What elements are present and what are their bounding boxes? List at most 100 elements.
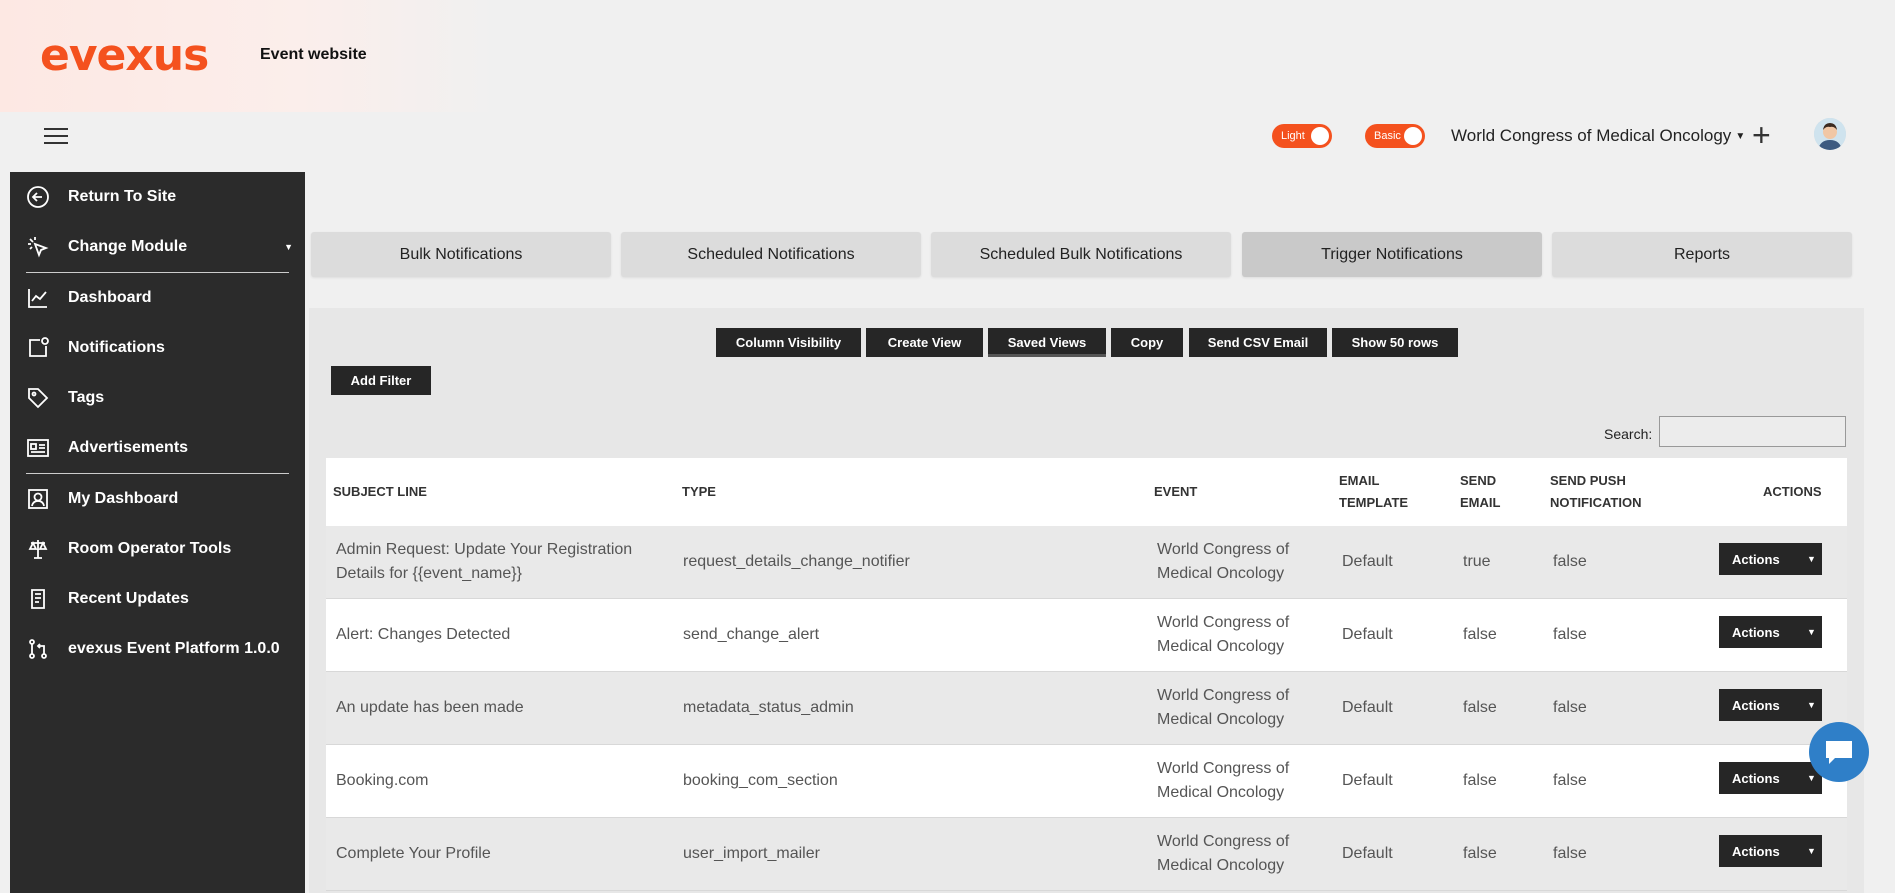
add-button[interactable]: + xyxy=(1752,119,1771,151)
event-selector[interactable]: World Congress of Medical Oncology ▼ xyxy=(1451,126,1745,146)
light-mode-toggle[interactable]: Light xyxy=(1272,124,1332,148)
user-avatar[interactable] xyxy=(1814,118,1846,150)
cell-type: request_details_change_notifier xyxy=(683,553,910,570)
tab-reports[interactable]: Reports xyxy=(1552,232,1852,277)
table-row: Booking.com booking_com_section World Co… xyxy=(326,745,1847,818)
cell-template: Default xyxy=(1342,772,1393,789)
cell-event: World Congress of Medical Oncology xyxy=(1157,541,1290,582)
sidebar-item-platform-version[interactable]: evexus Event Platform 1.0.0 xyxy=(10,624,305,674)
cell-template: Default xyxy=(1342,699,1393,716)
create-view-button[interactable]: Create View xyxy=(866,328,983,357)
table-row: Complete Your Profile user_import_mailer… xyxy=(326,818,1847,891)
event-selector-label: World Congress of Medical Oncology xyxy=(1451,126,1732,145)
actions-label: Actions xyxy=(1732,624,1780,640)
column-visibility-button[interactable]: Column Visibility xyxy=(716,328,861,357)
sidebar-item-label: Tags xyxy=(68,389,105,406)
light-toggle-label: Light xyxy=(1281,130,1305,142)
tab-scheduled-notifications[interactable]: Scheduled Notifications xyxy=(621,232,921,277)
table-row: An update has been made metadata_status_… xyxy=(326,672,1847,745)
tab-trigger-notifications[interactable]: Trigger Notifications xyxy=(1242,232,1542,277)
tag-icon xyxy=(28,388,49,409)
sidebar-item-room-operator-tools[interactable]: Room Operator Tools xyxy=(10,524,305,574)
tab-bulk-notifications[interactable]: Bulk Notifications xyxy=(311,232,611,277)
toggle-knob xyxy=(1404,127,1422,145)
sidebar-item-my-dashboard[interactable]: My Dashboard xyxy=(10,474,305,524)
caret-down-icon: ▼ xyxy=(1807,627,1816,637)
row-actions-button[interactable]: Actions ▼ xyxy=(1719,543,1822,575)
tab-scheduled-bulk-notifications[interactable]: Scheduled Bulk Notifications xyxy=(931,232,1231,277)
document-icon xyxy=(31,589,45,609)
cell-type: booking_com_section xyxy=(683,772,838,789)
cell-send-email: false xyxy=(1463,772,1497,789)
arrow-left-circle-icon xyxy=(27,186,49,208)
cell-send-email: false xyxy=(1463,626,1497,643)
cell-send-push: false xyxy=(1553,699,1587,716)
actions-label: Actions xyxy=(1732,697,1780,713)
row-actions-button[interactable]: Actions ▼ xyxy=(1719,762,1822,794)
site-name[interactable]: Event website xyxy=(260,46,367,64)
show-rows-button[interactable]: Show 50 rows xyxy=(1332,328,1458,357)
sidebar-item-label: Change Module xyxy=(68,238,188,255)
notifications-table: SUBJECT LINE TYPE EVENT EMAIL TEMPLATE S… xyxy=(326,458,1847,891)
sidebar-item-notifications[interactable]: Notifications xyxy=(10,323,305,373)
cell-send-email: true xyxy=(1463,553,1491,570)
sidebar-item-recent-updates[interactable]: Recent Updates xyxy=(10,574,305,624)
cell-subject: Alert: Changes Detected xyxy=(336,626,511,643)
basic-toggle-label: Basic xyxy=(1374,130,1401,142)
sidebar: Return To Site Change Module ▼ Dashboard… xyxy=(10,172,305,893)
column-header-email-template[interactable]: EMAIL TEMPLATE xyxy=(1339,458,1429,526)
cell-template: Default xyxy=(1342,845,1393,862)
search-input[interactable] xyxy=(1659,416,1846,447)
add-filter-button[interactable]: Add Filter xyxy=(331,366,431,395)
caret-down-icon: ▼ xyxy=(284,242,293,252)
cell-subject: Complete Your Profile xyxy=(336,845,491,862)
column-header-actions: ACTIONS xyxy=(1763,484,1822,499)
chat-bubble-icon xyxy=(1826,741,1852,764)
cell-send-push: false xyxy=(1553,772,1587,789)
column-header-type[interactable]: TYPE xyxy=(682,458,716,526)
saved-views-button[interactable]: Saved Views xyxy=(988,328,1106,357)
search-label: Search: xyxy=(1604,426,1653,442)
cell-send-push: false xyxy=(1553,845,1587,862)
column-header-send-email[interactable]: SEND EMAIL xyxy=(1460,458,1520,526)
basic-mode-toggle[interactable]: Basic xyxy=(1365,124,1425,148)
tools-icon xyxy=(28,540,48,559)
cell-send-email: false xyxy=(1463,845,1497,862)
sidebar-item-label: evexus Event Platform 1.0.0 xyxy=(68,640,280,657)
actions-label: Actions xyxy=(1732,551,1780,567)
cell-type: metadata_status_admin xyxy=(683,699,854,716)
column-header-subject[interactable]: SUBJECT LINE xyxy=(333,458,427,526)
copy-button[interactable]: Copy xyxy=(1111,328,1183,357)
actions-label: Actions xyxy=(1732,770,1780,786)
avatar-icon xyxy=(1814,118,1846,150)
column-header-send-push[interactable]: SEND PUSH NOTIFICATION xyxy=(1550,458,1670,526)
sidebar-item-label: Notifications xyxy=(68,339,165,356)
cursor-click-icon xyxy=(28,237,49,258)
cell-type: user_import_mailer xyxy=(683,845,820,862)
send-csv-email-button[interactable]: Send CSV Email xyxy=(1189,328,1327,357)
sidebar-item-label: Dashboard xyxy=(68,289,152,306)
row-actions-button[interactable]: Actions ▼ xyxy=(1719,689,1822,721)
sidebar-item-advertisements[interactable]: Advertisements xyxy=(10,423,305,473)
sidebar-item-label: Recent Updates xyxy=(68,590,189,607)
sidebar-item-return-to-site[interactable]: Return To Site xyxy=(10,172,305,222)
cell-template: Default xyxy=(1342,553,1393,570)
sidebar-item-dashboard[interactable]: Dashboard xyxy=(10,273,305,323)
column-header-event[interactable]: EVENT xyxy=(1154,458,1197,526)
chat-button[interactable] xyxy=(1809,722,1869,782)
toggle-knob xyxy=(1311,127,1329,145)
cell-event: World Congress of Medical Oncology xyxy=(1157,760,1290,801)
sidebar-item-change-module[interactable]: Change Module ▼ xyxy=(10,222,305,272)
cell-template: Default xyxy=(1342,626,1393,643)
caret-down-icon: ▼ xyxy=(1807,700,1816,710)
caret-down-icon: ▼ xyxy=(1807,554,1816,564)
table-row: Alert: Changes Detected send_change_aler… xyxy=(326,599,1847,672)
sidebar-item-label: Room Operator Tools xyxy=(68,540,232,557)
line-chart-icon xyxy=(28,289,47,308)
cell-type: send_change_alert xyxy=(683,626,820,643)
row-actions-button[interactable]: Actions ▼ xyxy=(1719,835,1822,867)
row-actions-button[interactable]: Actions ▼ xyxy=(1719,616,1822,648)
menu-toggle-icon[interactable] xyxy=(44,128,68,146)
evexus-logo[interactable]: evexus xyxy=(40,30,209,81)
sidebar-item-tags[interactable]: Tags xyxy=(10,373,305,423)
